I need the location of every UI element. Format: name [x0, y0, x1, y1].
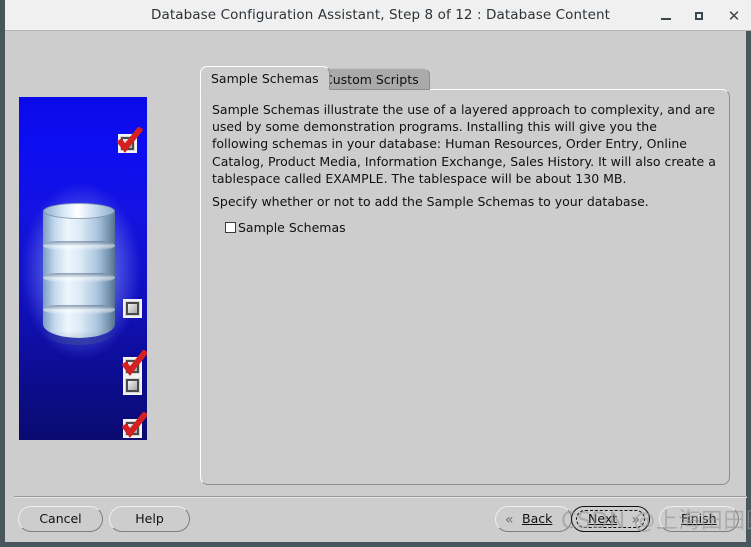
cylinder-ring-2: [43, 273, 115, 282]
illustration-checkbox-inner: [126, 360, 139, 373]
chevron-left-icon: «: [505, 512, 514, 528]
application-window: Database Configuration Assistant, Step 8…: [0, 0, 751, 547]
window-title: Database Configuration Assistant, Step 8…: [150, 7, 611, 23]
illustration-checkbox-checked-4: [121, 412, 147, 438]
maximize-icon[interactable]: [693, 8, 709, 24]
illustration-checkbox-checked-1: [116, 127, 144, 153]
back-button-label: Back: [522, 511, 553, 526]
sidebar-illustration: [19, 97, 147, 440]
maximize-glyph: [695, 12, 703, 20]
minimize-glyph: [661, 18, 671, 20]
tab-custom-scripts[interactable]: Custom Scripts: [313, 68, 430, 90]
close-icon[interactable]: ✕: [726, 8, 742, 24]
content-panel: Sample Schemas illustrate the use of a l…: [200, 89, 730, 485]
illustration-checkbox-inner: [126, 302, 139, 315]
sample-schemas-checkbox[interactable]: [225, 221, 236, 233]
cancel-button[interactable]: Cancel: [18, 506, 103, 532]
illustration-checkbox-checked-3: [121, 350, 147, 376]
cylinder-ring-1: [43, 241, 115, 250]
title-bar: Database Configuration Assistant, Step 8…: [5, 0, 751, 31]
description-paragraph: Sample Schemas illustrate the use of a l…: [212, 102, 716, 186]
sample-schemas-checkbox-row[interactable]: Sample Schemas: [225, 219, 346, 235]
footer-separator-highlight: [14, 497, 747, 498]
back-button[interactable]: « Back: [495, 506, 572, 532]
chevron-right-icon: »: [631, 512, 640, 528]
next-button[interactable]: Next »: [571, 506, 650, 532]
minimize-icon[interactable]: [658, 8, 674, 24]
cylinder-top-ellipse: [43, 203, 115, 219]
illustration-checkbox-unchecked-2: [123, 299, 142, 318]
illustration-checkbox-inner: [126, 379, 139, 392]
help-button[interactable]: Help: [109, 506, 190, 532]
database-cylinder-icon: [43, 201, 115, 345]
illustration-checkbox-inner: [121, 137, 134, 150]
instruction-paragraph: Specify whether or not to add the Sample…: [212, 194, 649, 209]
illustration-checkbox-inner: [126, 422, 139, 435]
tab-sample-schemas[interactable]: Sample Schemas: [200, 66, 330, 90]
finish-button-label: Finish: [681, 511, 717, 526]
finish-button[interactable]: Finish: [659, 506, 739, 532]
cylinder-bottom-shade: [43, 331, 115, 345]
sample-schemas-checkbox-label: Sample Schemas: [238, 219, 346, 235]
next-button-label: Next: [588, 511, 618, 526]
cylinder-ring-3: [43, 305, 115, 314]
illustration-checkbox-unchecked-5: [123, 376, 142, 395]
